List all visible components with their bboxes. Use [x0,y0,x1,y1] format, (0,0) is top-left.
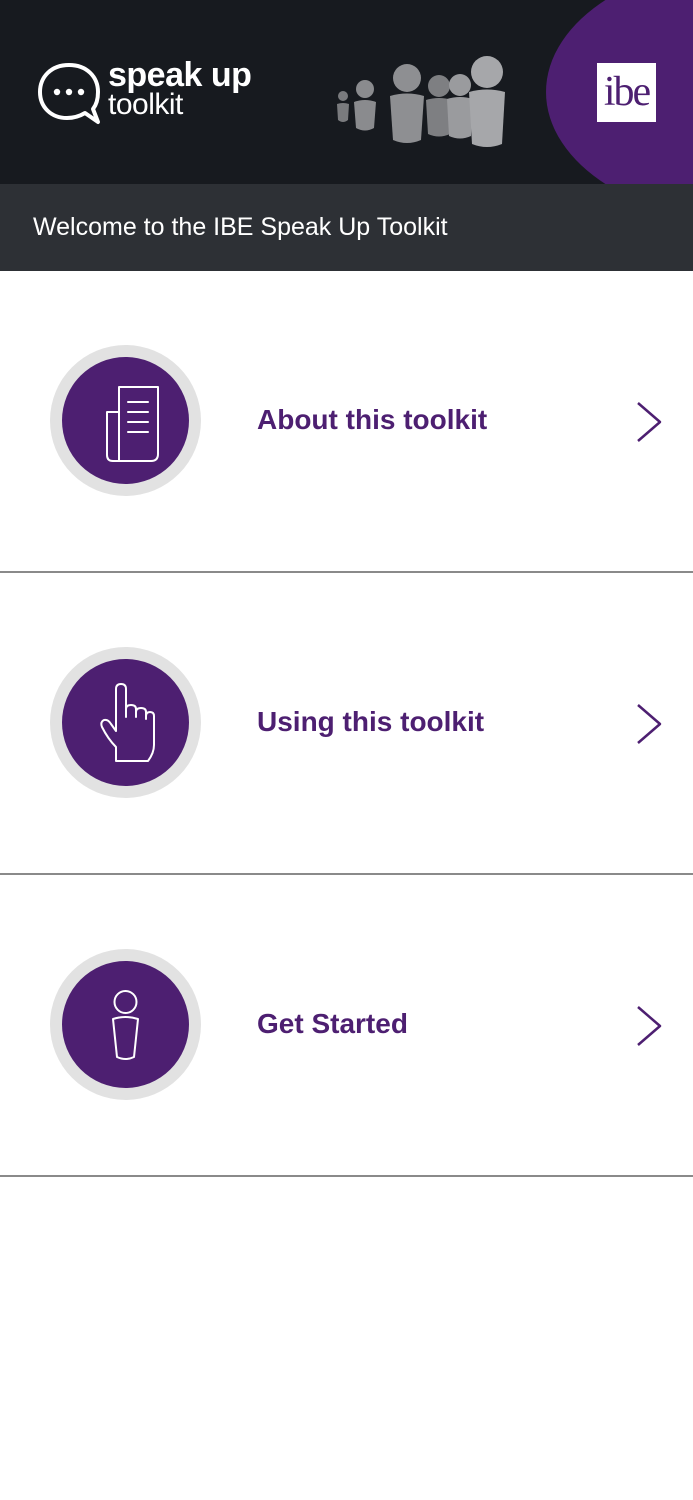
menu-item-label: Using this toolkit [257,706,485,737]
icon-circle [62,357,189,484]
menu-item-label: About this toolkit [257,404,488,435]
menu-item-get-started[interactable]: Get Started [0,875,693,1177]
app-logo: speak up toolkit [108,56,252,121]
icon-ring [50,647,201,798]
icon-ring [50,345,201,496]
menu-item-about[interactable]: About this toolkit [0,271,693,573]
menu-list: About this toolkit Using this toolkit Ge… [0,271,693,1177]
icon-circle [62,659,189,786]
ibe-logo: ibe [597,63,656,122]
document-icon [106,386,159,462]
welcome-title: Welcome to the IBE Speak Up Toolkit [33,213,448,241]
menu-item-label: Get Started [257,1008,408,1039]
menu-item-using[interactable]: Using this toolkit [0,573,693,875]
icon-ring [50,949,201,1100]
logo-speak-up: speak up [108,56,252,94]
people-group-icon [337,56,505,147]
icon-circle [62,961,189,1088]
chevron-right-icon [637,1006,662,1046]
logo-toolkit: toolkit [108,88,183,121]
chevron-right-icon [637,704,662,744]
app-header: speak up toolkit ibe [0,0,693,184]
chat-bubble-icon [38,63,100,124]
person-icon [112,990,139,1060]
pointing-hand-icon [100,683,155,762]
chevron-right-icon [637,402,662,442]
welcome-bar: Welcome to the IBE Speak Up Toolkit [0,184,693,271]
